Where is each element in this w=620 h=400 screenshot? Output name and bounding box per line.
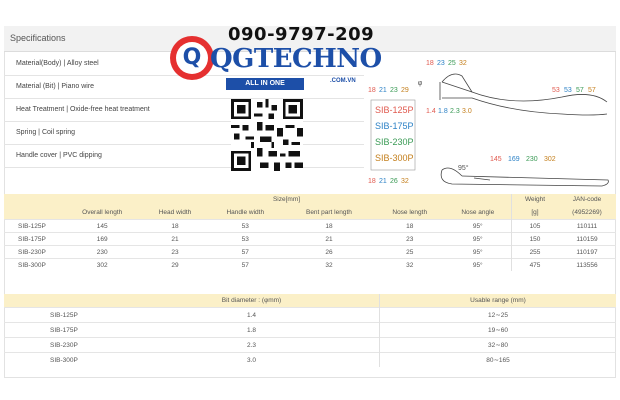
- nose-length-value: 25: [448, 60, 456, 67]
- handle-width-value: 53: [552, 87, 560, 94]
- bit-diameter-value: 2.3: [450, 108, 460, 115]
- spec-text: Heat Treatment | Oxide-free heat treatme…: [16, 106, 150, 113]
- jan-header: JAN-code: [558, 194, 616, 205]
- brand-tagline: ALL IN ONE: [226, 78, 304, 90]
- spec-text: Handle cover | PVC dipping: [16, 152, 102, 159]
- table-row: SIB-300P 3.0 80∼165: [4, 352, 616, 367]
- col-overall-length: Overall length: [62, 205, 143, 220]
- handle-width-value: 53: [564, 87, 572, 94]
- jan-prefix: (4952269): [558, 205, 616, 220]
- col-usable-range: Usable range (mm): [379, 294, 616, 308]
- weight-header: Weight: [511, 194, 558, 205]
- model-legend-label: SIB-230P: [375, 137, 414, 147]
- brand-domain: .COM.VN: [330, 78, 356, 84]
- nose-length-value: 32: [459, 60, 467, 67]
- col-nose-length: Nose length: [374, 205, 445, 220]
- bit-diameter-value: 1.8: [438, 108, 448, 115]
- range-table: Bit diameter : (φmm) Usable range (mm) S…: [4, 294, 616, 367]
- table-row: SIB-125P 145 18 53 18 18 95° 105 110111: [4, 219, 616, 233]
- handle-width-value: 57: [576, 87, 584, 94]
- qr-code-icon: [231, 99, 303, 171]
- plier-diagram: φ 95° SIB-125P SIB-175P SIB-230P SIB-300P 18…: [368, 60, 609, 187]
- spec-text: Spring | Coil spring: [16, 129, 76, 136]
- table-row: SIB-175P 169 21 53 21 23 95° 150 110159: [4, 232, 616, 246]
- watermark-phone: 090-9797-209: [228, 24, 375, 45]
- size-header: Size[mm]: [62, 194, 512, 205]
- nose-length-value: 23: [437, 60, 445, 67]
- table-row: SIB-175P 1.8 19∼60: [4, 322, 616, 338]
- model-legend-label: SIB-300P: [375, 153, 414, 163]
- bent-part-length-value: 32: [401, 178, 409, 185]
- table-row: SIB-230P 230 23 57 26 25 95° 255 110197: [4, 245, 616, 259]
- head-width-value: 29: [401, 87, 409, 94]
- head-width-value: 23: [390, 87, 398, 94]
- specifications-title: Specifications: [10, 33, 66, 43]
- head-width-value: 21: [379, 87, 387, 94]
- col-bit-diameter: Bit diameter : (φmm): [124, 294, 380, 308]
- brand-logo-text: QGTECHNO: [210, 44, 382, 74]
- bent-part-length-value: 21: [379, 178, 387, 185]
- model-legend-label: SIB-175P: [375, 121, 414, 131]
- brand-logo-icon: Q: [176, 42, 208, 74]
- table-row: SIB-300P 302 29 57 32 32 95° 475 113556: [4, 258, 616, 271]
- spec-row: Handle cover | PVC dipping: [4, 144, 364, 168]
- col-nose-angle: Nose angle: [444, 205, 512, 220]
- nose-length-value: 18: [426, 60, 434, 67]
- bit-diameter-value: 3.0: [462, 108, 472, 115]
- handle-width-value: 57: [588, 87, 596, 94]
- overall-length-value: 230: [526, 156, 538, 163]
- spec-text: Material (Bit) | Piano wire: [16, 83, 95, 90]
- bit-diameter-symbol: φ: [418, 80, 423, 87]
- col-bent-part-length: Bent part length: [282, 205, 375, 220]
- table-row: SIB-125P 1.4 12∼25: [4, 307, 616, 323]
- col-head-width: Head width: [142, 205, 208, 220]
- table-row: SIB-230P 2.3 32∼80: [4, 337, 616, 353]
- overall-length-value: 169: [508, 156, 520, 163]
- size-table: Size[mm] Weight JAN-code Overall length …: [4, 194, 616, 271]
- model-legend-label: SIB-125P: [375, 105, 414, 115]
- bit-diameter-value: 1.4: [426, 108, 436, 115]
- col-handle-width: Handle width: [207, 205, 283, 220]
- bent-part-length-value: 26: [390, 178, 398, 185]
- overall-length-value: 145: [490, 156, 502, 163]
- spec-text: Material(Body) | Alloy steel: [16, 60, 99, 67]
- nose-angle-label: 95°: [458, 164, 469, 172]
- weight-unit: [g]: [511, 205, 558, 220]
- head-width-value: 18: [368, 87, 376, 94]
- overall-length-value: 302: [544, 156, 556, 163]
- bent-part-length-value: 18: [368, 178, 376, 185]
- spec-row: Heat Treatment | Oxide-free heat treatme…: [4, 98, 364, 122]
- spec-row: Spring | Coil spring: [4, 121, 364, 145]
